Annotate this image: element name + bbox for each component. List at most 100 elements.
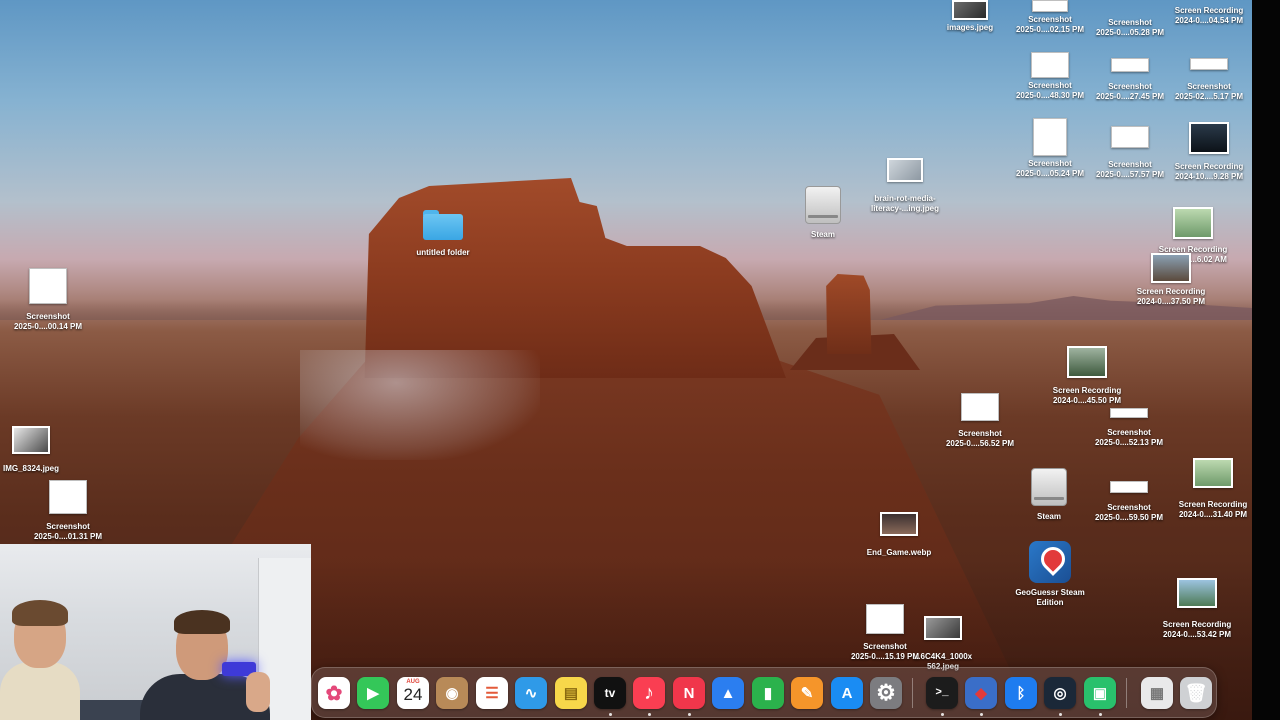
dock-bluetooth[interactable]: ᛒ xyxy=(1005,677,1037,709)
icon-label: GeoGuessr Steam xyxy=(1015,588,1085,597)
news-icon: N xyxy=(683,684,695,702)
desktop-icon-img-8324-jpeg[interactable]: IMG_8324.jpeg xyxy=(0,426,81,474)
dock-app-store[interactable]: A xyxy=(831,677,863,709)
desktop[interactable]: images.jpeg Screenshot 2025-0....02.15 P… xyxy=(0,0,1252,720)
icon-label: Screen Recording xyxy=(1174,6,1244,15)
running-indicator xyxy=(941,713,944,716)
icon-sublabel: 2024-0....53.42 PM xyxy=(1162,630,1232,639)
dock-separator xyxy=(912,678,913,708)
desktop-icon-steam-disk[interactable]: Steam xyxy=(773,186,873,240)
app-store-icon: A xyxy=(841,684,853,702)
keynote-icon: ▲ xyxy=(720,684,736,702)
desktop-icon-screenshot[interactable]: Screenshot 2025-0....00.14 PM xyxy=(0,268,98,332)
dock-facetime[interactable]: ▶ xyxy=(357,677,389,709)
webcam-person-right-hair xyxy=(174,610,230,634)
icon-sublabel: 2025-0....05.28 PM xyxy=(1095,28,1165,37)
dock-android[interactable]: ▣ xyxy=(1084,677,1116,709)
icon-label: Screen Recording xyxy=(1052,386,1122,395)
desktop-icon-screen-recording[interactable]: Screen Recording 2024-0....45.50 PM xyxy=(1037,346,1137,406)
dock-downloads[interactable]: ▦ xyxy=(1141,677,1173,709)
dock-trash[interactable]: 🗑 xyxy=(1180,677,1212,709)
dock: ✿ ▶ AUG 24 ◉ ☰ ∿ ▤ tv ♪ N ▲ ▮ ✎ A ⚙ >_ ◆… xyxy=(311,667,1217,718)
geoguessr-icon xyxy=(1029,541,1071,583)
screen-edge-band xyxy=(1252,0,1280,720)
image-thumbnail xyxy=(952,0,988,20)
desktop-icon-screenshot[interactable]: Screenshot 2025-0....52.13 PM xyxy=(1079,408,1179,448)
facetime-icon: ▶ xyxy=(367,685,379,702)
desktop-icon-jpeg[interactable]: ...6C4K4_1000x 562.jpeg xyxy=(893,616,993,672)
dock-freeform[interactable]: ∿ xyxy=(515,677,547,709)
dock-system-settings[interactable]: ⚙ xyxy=(870,677,902,709)
video-thumbnail xyxy=(1189,122,1229,154)
icon-label: IMG_8324.jpeg xyxy=(2,464,60,473)
downloads-icon: ▦ xyxy=(1149,685,1165,702)
screenshot-thumbnail xyxy=(1110,408,1148,418)
notes-icon: ▤ xyxy=(563,685,579,702)
desktop-icon-geoguessr[interactable]: GeoGuessr Steam Edition xyxy=(1000,541,1100,608)
dock-pages[interactable]: ✎ xyxy=(791,677,823,709)
android-icon: ▣ xyxy=(1092,685,1108,702)
disk-icon xyxy=(805,186,841,224)
wallpaper-snow xyxy=(300,350,540,460)
icon-sublabel: 2025-0....01.31 PM xyxy=(33,532,103,541)
dock-music[interactable]: ♪ xyxy=(633,677,665,709)
gear-icon: ⚙ xyxy=(876,680,896,705)
desktop-icon-screenshot[interactable]: Screenshot 2025-0....01.31 PM xyxy=(18,480,118,542)
icon-label: Screenshot xyxy=(958,429,1002,438)
desktop-icon-screenshot[interactable]: Screenshot 2025-02....5.17 PM xyxy=(1159,58,1252,102)
dock-geoguessr[interactable]: ◆ xyxy=(965,677,997,709)
desktop-icon-screen-recording[interactable]: Screen Recording 2024-0....53.42 PM xyxy=(1147,578,1247,640)
icon-label: Screenshot xyxy=(1187,82,1231,91)
image-thumbnail xyxy=(12,426,50,454)
dock-terminal[interactable]: >_ xyxy=(926,677,958,709)
webcam-overlay xyxy=(0,544,311,720)
screenshot-thumbnail xyxy=(1032,0,1068,12)
dock-steam[interactable]: ◎ xyxy=(1044,677,1076,709)
tv-icon: tv xyxy=(604,686,616,700)
icon-label: ...6C4K4_1000x xyxy=(913,652,973,661)
desktop-icon-screen-recording[interactable]: Screen Recording 2024-0....37.50 PM xyxy=(1121,253,1221,307)
dock-numbers[interactable]: ▮ xyxy=(752,677,784,709)
dock-news[interactable]: N xyxy=(673,677,705,709)
dock-tv[interactable]: tv xyxy=(594,677,626,709)
screenshot-thumbnail xyxy=(1031,52,1069,78)
desktop-icon-screen-recording[interactable]: Screen Recording 2024-10....9.28 PM xyxy=(1159,122,1252,182)
dock-contacts[interactable]: ◉ xyxy=(436,677,468,709)
video-thumbnail xyxy=(1193,458,1233,488)
video-thumbnail xyxy=(1067,346,1107,378)
dock-photos[interactable]: ✿ xyxy=(318,677,350,709)
icon-sublabel: 2024-0....45.50 PM xyxy=(1052,396,1122,405)
dock-separator xyxy=(1126,678,1127,708)
video-thumbnail xyxy=(1173,207,1213,239)
freeform-icon: ∿ xyxy=(524,685,538,702)
screenshot-thumbnail xyxy=(1190,58,1228,70)
dock-notes[interactable]: ▤ xyxy=(555,677,587,709)
dock-reminders[interactable]: ☰ xyxy=(476,677,508,709)
icon-sublabel: 2024-10....9.28 PM xyxy=(1174,172,1244,181)
screenshot-thumbnail xyxy=(29,268,67,304)
bluetooth-icon: ᛒ xyxy=(1016,684,1026,702)
running-indicator xyxy=(688,713,691,716)
icon-label: Screenshot xyxy=(1107,503,1151,512)
trash-icon: 🗑 xyxy=(1184,682,1208,703)
webcam-hand xyxy=(246,672,270,712)
screenshot-thumbnail xyxy=(961,393,999,421)
desktop-icon-screen-recording[interactable]: Screen Recording 2024-0....04.54 PM xyxy=(1159,3,1252,26)
pages-icon: ✎ xyxy=(800,685,814,702)
desktop-icon-untitled-folder[interactable]: untitled folder xyxy=(393,208,493,258)
contacts-icon: ◉ xyxy=(445,685,459,702)
photos-icon: ✿ xyxy=(325,682,343,705)
icon-sublabel: 2025-0....59.50 PM xyxy=(1094,513,1164,522)
desktop-icon-screenshot[interactable]: Screenshot 2025-0....59.50 PM xyxy=(1079,481,1179,523)
image-thumbnail xyxy=(924,616,962,640)
running-indicator xyxy=(980,713,983,716)
desktop-icon-end-game-webp[interactable]: End_Game.webp xyxy=(849,512,949,558)
icon-label: Steam xyxy=(810,230,835,239)
icon-label: Screen Recording xyxy=(1174,162,1244,171)
icon-sublabel: 2025-02....5.17 PM xyxy=(1174,92,1244,101)
dock-calendar[interactable]: AUG 24 xyxy=(397,677,429,709)
dock-keynote[interactable]: ▲ xyxy=(712,677,744,709)
desktop-icon-screenshot[interactable]: Screenshot 2025-0....56.52 PM xyxy=(930,393,1030,449)
icon-sublabel: 2024-0....37.50 PM xyxy=(1136,297,1206,306)
icon-sublabel: Edition xyxy=(1036,598,1064,607)
